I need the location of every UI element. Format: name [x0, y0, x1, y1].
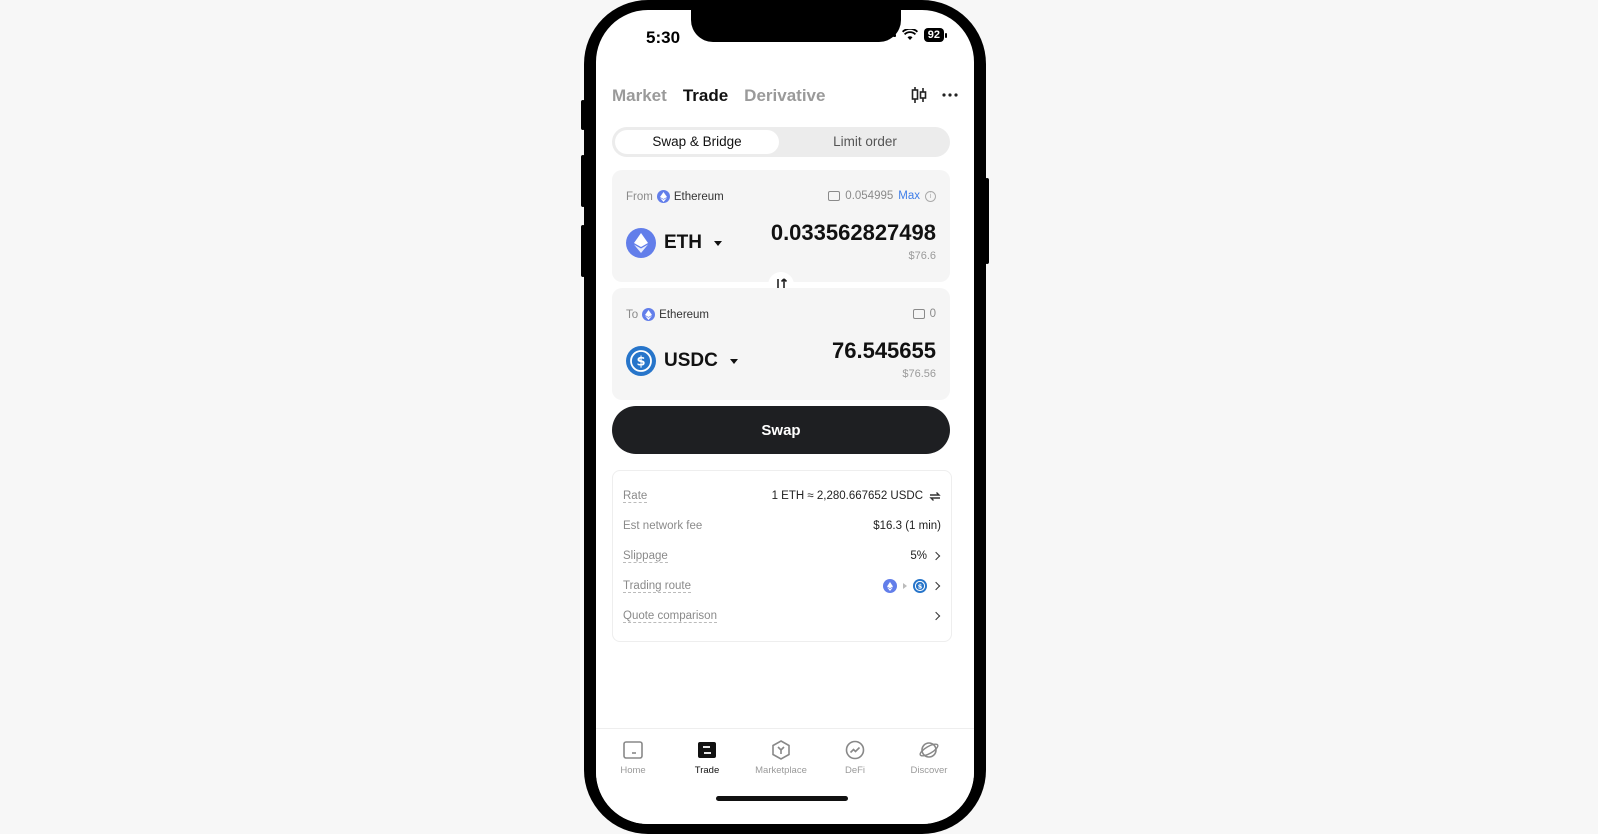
svg-text:$: $ — [918, 582, 923, 590]
from-token-selector[interactable]: ETH — [626, 228, 722, 258]
nav-marketplace-label: Marketplace — [755, 765, 807, 776]
to-prefix: To — [626, 308, 639, 321]
marketplace-icon — [772, 740, 790, 760]
swap-mode-segment: Swap & Bridge Limit order — [612, 127, 950, 157]
tab-trade[interactable]: Trade — [683, 86, 728, 106]
eth-token-icon — [626, 228, 656, 258]
bottom-nav: Home Trade Marketplace DeFi Discover — [596, 728, 974, 824]
max-button[interactable]: Max — [898, 190, 920, 202]
refresh-icon[interactable] — [929, 491, 941, 502]
status-time: 5:30 — [646, 28, 681, 47]
ethereum-chain-icon — [656, 190, 670, 203]
to-balance: 0 — [912, 308, 936, 320]
trade-icon — [698, 742, 716, 758]
swap-button[interactable]: Swap — [612, 406, 950, 454]
nav-defi-label: DeFi — [844, 765, 866, 776]
slippage-label[interactable]: Slippage — [623, 550, 668, 563]
nav-home[interactable]: Home — [598, 739, 668, 776]
slippage-value: 5% — [910, 550, 927, 562]
chevron-right-icon — [931, 611, 941, 621]
battery-indicator: 92 — [923, 28, 948, 42]
to-amount-value: 76.545655 — [832, 338, 936, 363]
from-chain-name: Ethereum — [673, 190, 724, 203]
app-screen: 5:30 92 Market Trade Derivative Swap & B… — [596, 10, 974, 824]
nav-discover-label: Discover — [910, 765, 948, 776]
rate-label[interactable]: Rate — [623, 490, 648, 503]
top-actions — [910, 86, 958, 104]
quote-comparison-label[interactable]: Quote comparison — [623, 610, 717, 623]
chevron-right-icon — [931, 581, 941, 591]
chevron-right-icon — [931, 551, 941, 561]
rate-row: Rate 1 ETH ≈ 2,280.667652 USDC — [623, 487, 941, 505]
phone-frame: 5:30 92 Market Trade Derivative Swap & B… — [581, 0, 989, 834]
home-icon — [623, 741, 643, 759]
fee-value: $16.3 (1 min) — [873, 520, 941, 532]
fee-label: Est network fee — [623, 520, 703, 532]
swap-details-panel: Rate 1 ETH ≈ 2,280.667652 USDC Est netwo… — [612, 470, 952, 642]
to-token-selector[interactable]: $ USDC — [626, 346, 738, 376]
mute-switch — [581, 100, 585, 130]
usdc-token-icon: $ — [626, 346, 656, 376]
wallet-icon — [912, 309, 925, 319]
to-usd-value: $76.56 — [902, 368, 936, 380]
from-token-symbol: ETH — [664, 232, 702, 253]
nav-home-label: Home — [620, 765, 646, 776]
notch — [691, 10, 901, 42]
nav-defi[interactable]: DeFi — [820, 739, 890, 776]
volume-down-button — [581, 225, 585, 277]
nav-trade-label: Trade — [694, 765, 720, 776]
signal-icon — [877, 33, 896, 37]
route-arrow-icon — [903, 583, 907, 589]
slippage-row[interactable]: Slippage 5% — [623, 547, 941, 565]
status-icons: 92 — [877, 28, 948, 42]
defi-icon — [845, 740, 865, 760]
to-token-symbol: USDC — [664, 350, 718, 371]
volume-up-button — [581, 155, 585, 207]
network-fee-row: Est network fee $16.3 (1 min) — [623, 517, 941, 535]
chevron-down-icon — [729, 358, 738, 364]
nav-discover[interactable]: Discover — [894, 739, 964, 776]
from-usd-value: $76.6 — [908, 250, 936, 262]
more-icon[interactable] — [942, 92, 958, 98]
candlestick-chart-icon[interactable] — [910, 86, 928, 104]
info-icon[interactable]: i — [925, 190, 936, 202]
from-amount-input[interactable]: 0.033562827498 — [771, 220, 936, 246]
segment-swap-bridge[interactable]: Swap & Bridge — [615, 130, 779, 154]
ethereum-chain-icon — [642, 308, 656, 321]
quote-comparison-row[interactable]: Quote comparison — [623, 607, 941, 625]
eth-route-icon — [883, 579, 897, 593]
usdc-route-icon: $ — [913, 579, 927, 593]
trading-route-label[interactable]: Trading route — [623, 580, 691, 593]
top-tabs: Market Trade Derivative — [612, 86, 825, 106]
chevron-down-icon — [714, 240, 722, 246]
trading-route-row[interactable]: Trading route $ — [623, 577, 941, 595]
to-chain-name: Ethereum — [659, 308, 710, 321]
wifi-icon — [901, 29, 918, 40]
nav-marketplace[interactable]: Marketplace — [746, 739, 816, 776]
power-button — [985, 178, 989, 264]
planet-icon — [919, 742, 939, 758]
from-prefix: From — [626, 190, 653, 203]
to-card: To Ethereum 0 $ USDC 76.545655 $76.56 — [612, 288, 950, 400]
from-chain-row[interactable]: From Ethereum — [626, 190, 724, 203]
from-balance-value: 0.054995 — [845, 190, 894, 202]
from-balance: 0.054995 Max i — [828, 190, 936, 202]
to-balance-value: 0 — [929, 308, 936, 320]
tab-derivative[interactable]: Derivative — [744, 86, 825, 106]
rate-value: 1 ETH ≈ 2,280.667652 USDC — [771, 490, 923, 502]
segment-limit-order[interactable]: Limit order — [783, 130, 947, 154]
to-chain-row[interactable]: To Ethereum — [626, 308, 709, 321]
from-card: From Ethereum 0.054995 Max i ETH 0.03356… — [612, 170, 950, 282]
wallet-icon — [828, 191, 841, 201]
home-indicator — [716, 796, 848, 801]
nav-trade[interactable]: Trade — [672, 739, 742, 776]
svg-text:$: $ — [636, 355, 645, 370]
tab-market[interactable]: Market — [612, 86, 667, 106]
